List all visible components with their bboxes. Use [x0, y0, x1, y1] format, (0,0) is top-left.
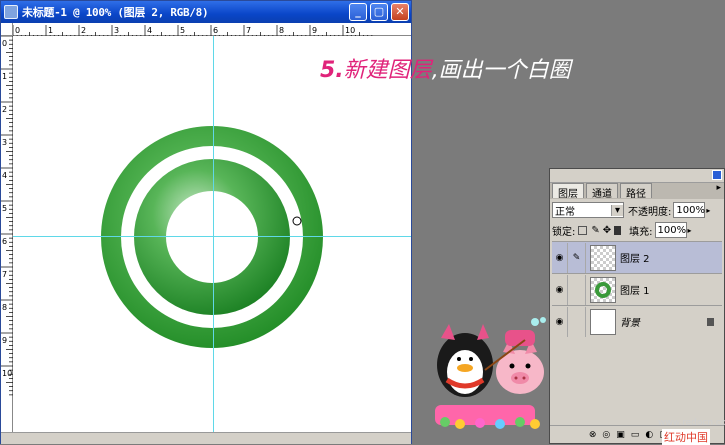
title-bar[interactable]: 未标题-1 @ 100% (图层 2, RGB/8) _ ▢ ✕ [1, 1, 411, 23]
horizontal-guide[interactable] [13, 236, 411, 237]
ruler-tick-label: 10 [2, 369, 12, 378]
ruler-tick-label: 5 [2, 204, 7, 213]
opacity-input[interactable]: 100% [673, 202, 706, 218]
ruler-tick-label: 5 [180, 26, 185, 35]
ruler-tick-label: 7 [246, 26, 251, 35]
layer-thumbnail [590, 276, 616, 303]
ruler-tick-label: 9 [2, 336, 7, 345]
window-title: 未标题-1 @ 100% (图层 2, RGB/8) [22, 6, 209, 19]
layers-panel: 图层 通道 路径 ▸ 正常 ▾ 不透明度: 100% ▸ 锁定: ✎ ✥ 填充: … [549, 168, 725, 444]
layer-row-layer-1[interactable]: ◉ 图层 1 [552, 273, 722, 305]
step-number: 5. [320, 58, 344, 83]
ruler-tick-label: 4 [2, 171, 7, 180]
ruler-tick-label: 0 [2, 39, 7, 48]
lock-move-icon[interactable]: ✥ [603, 225, 611, 236]
ruler-vertical-ticks: 0 1 2 3 4 5 6 7 8 9 10 [1, 35, 13, 396]
center-hole [166, 191, 258, 283]
lock-icon [707, 317, 714, 326]
ruler-tick-label: 0 [15, 26, 20, 35]
adjustment-layer-icon[interactable]: ◐ [645, 430, 653, 440]
layer-style-icon[interactable]: ◎ [602, 430, 610, 440]
ruler-tick-label: 9 [312, 26, 317, 35]
panel-close-icon[interactable] [712, 170, 722, 180]
layer-name: 背景 [620, 318, 640, 329]
blend-mode-select[interactable]: 正常 ▾ [552, 202, 624, 218]
layer-row-layer-2[interactable]: ◉ ✎ 图层 2 [552, 241, 722, 273]
opacity-label: 不透明度: [628, 206, 672, 218]
link-slot[interactable] [568, 306, 586, 337]
layer-mask-icon[interactable]: ▣ [616, 430, 625, 440]
layer-name: 图层 1 [620, 286, 650, 297]
photoshop-icon [4, 5, 18, 19]
step-annotation: 5.新建图层,画出一个白圈 [320, 52, 571, 84]
layer-thumbnail [590, 244, 616, 271]
ruler-tick-label: 3 [114, 26, 119, 35]
ruler-tick-label: 10 [345, 26, 355, 35]
restore-button[interactable]: ▢ [370, 3, 388, 21]
tab-paths[interactable]: 路径 [620, 183, 652, 200]
lock-brush-icon[interactable]: ✎ [591, 225, 599, 236]
ruler-tick-label: 3 [2, 138, 7, 147]
blend-mode-value: 正常 [555, 206, 575, 218]
panel-tabs: 图层 通道 路径 ▸ [550, 183, 724, 200]
document-canvas[interactable] [13, 36, 411, 432]
ruler-tick-label: 2 [81, 26, 86, 35]
blend-opacity-row: 正常 ▾ 不透明度: 100% ▸ [552, 201, 722, 219]
eye-icon[interactable]: ◉ [552, 242, 568, 273]
ruler-tick-label: 6 [213, 26, 218, 35]
ruler-corner[interactable] [1, 23, 13, 36]
minimize-button[interactable]: _ [349, 3, 367, 21]
ruler-horizontal[interactable]: 0 1 2 3 4 5 6 7 8 9 10 [12, 23, 411, 38]
lock-label: 锁定: [552, 226, 576, 238]
ruler-tick-label: 1 [48, 26, 53, 35]
tab-layers[interactable]: 图层 [552, 183, 584, 200]
lock-transparency-icon[interactable] [578, 225, 588, 235]
lock-all-icon[interactable] [614, 225, 622, 235]
fill-label: 填充: [629, 226, 653, 238]
layer-thumbnail [590, 308, 616, 335]
layer-name: 图层 2 [620, 254, 650, 265]
ring-artwork [101, 126, 323, 348]
eye-icon[interactable]: ◉ [552, 306, 568, 337]
ruler-tick-label: 1 [2, 72, 7, 81]
lock-fill-row: 锁定: ✎ ✥ 填充: 100% ▸ [552, 221, 722, 239]
panel-menu-icon[interactable]: ▸ [716, 183, 721, 199]
tab-channels[interactable]: 通道 [586, 183, 618, 200]
watermark-brand: 红动中国 [662, 429, 710, 445]
fill-input[interactable]: 100% [654, 222, 687, 238]
watermark-url: www.redocn.com [658, 418, 725, 428]
cartoon-penguin-pig-illustration [435, 317, 546, 429]
opacity-arrow-icon[interactable]: ▸ [706, 206, 710, 215]
link-layers-icon[interactable]: ⊗ [589, 430, 597, 440]
ruler-tick-label: 8 [2, 303, 7, 312]
ruler-tick-label: 4 [147, 26, 152, 35]
new-group-icon[interactable]: ▭ [631, 430, 640, 440]
ruler-vertical[interactable]: 0 1 2 3 4 5 6 7 8 9 10 [1, 35, 13, 432]
step-text-white: ,画出一个白圈 [431, 58, 571, 83]
ruler-tick-label: 6 [2, 237, 7, 246]
ruler-tick-label: 7 [2, 270, 7, 279]
fill-arrow-icon[interactable]: ▸ [688, 226, 692, 235]
status-bar [1, 432, 411, 444]
panel-titlebar[interactable] [550, 169, 724, 183]
step-text-pink: 新建图层 [343, 58, 432, 83]
ruler-tick-label: 2 [2, 105, 7, 114]
brush-icon[interactable]: ✎ [568, 242, 586, 273]
layer-row-background[interactable]: ◉ 背景 [552, 305, 722, 337]
eye-icon[interactable]: ◉ [552, 274, 568, 305]
ruler-tick-label: 8 [279, 26, 284, 35]
link-slot[interactable] [568, 274, 586, 305]
vertical-guide[interactable] [213, 36, 214, 432]
chevron-down-icon: ▾ [611, 204, 623, 216]
close-button[interactable]: ✕ [391, 3, 409, 21]
